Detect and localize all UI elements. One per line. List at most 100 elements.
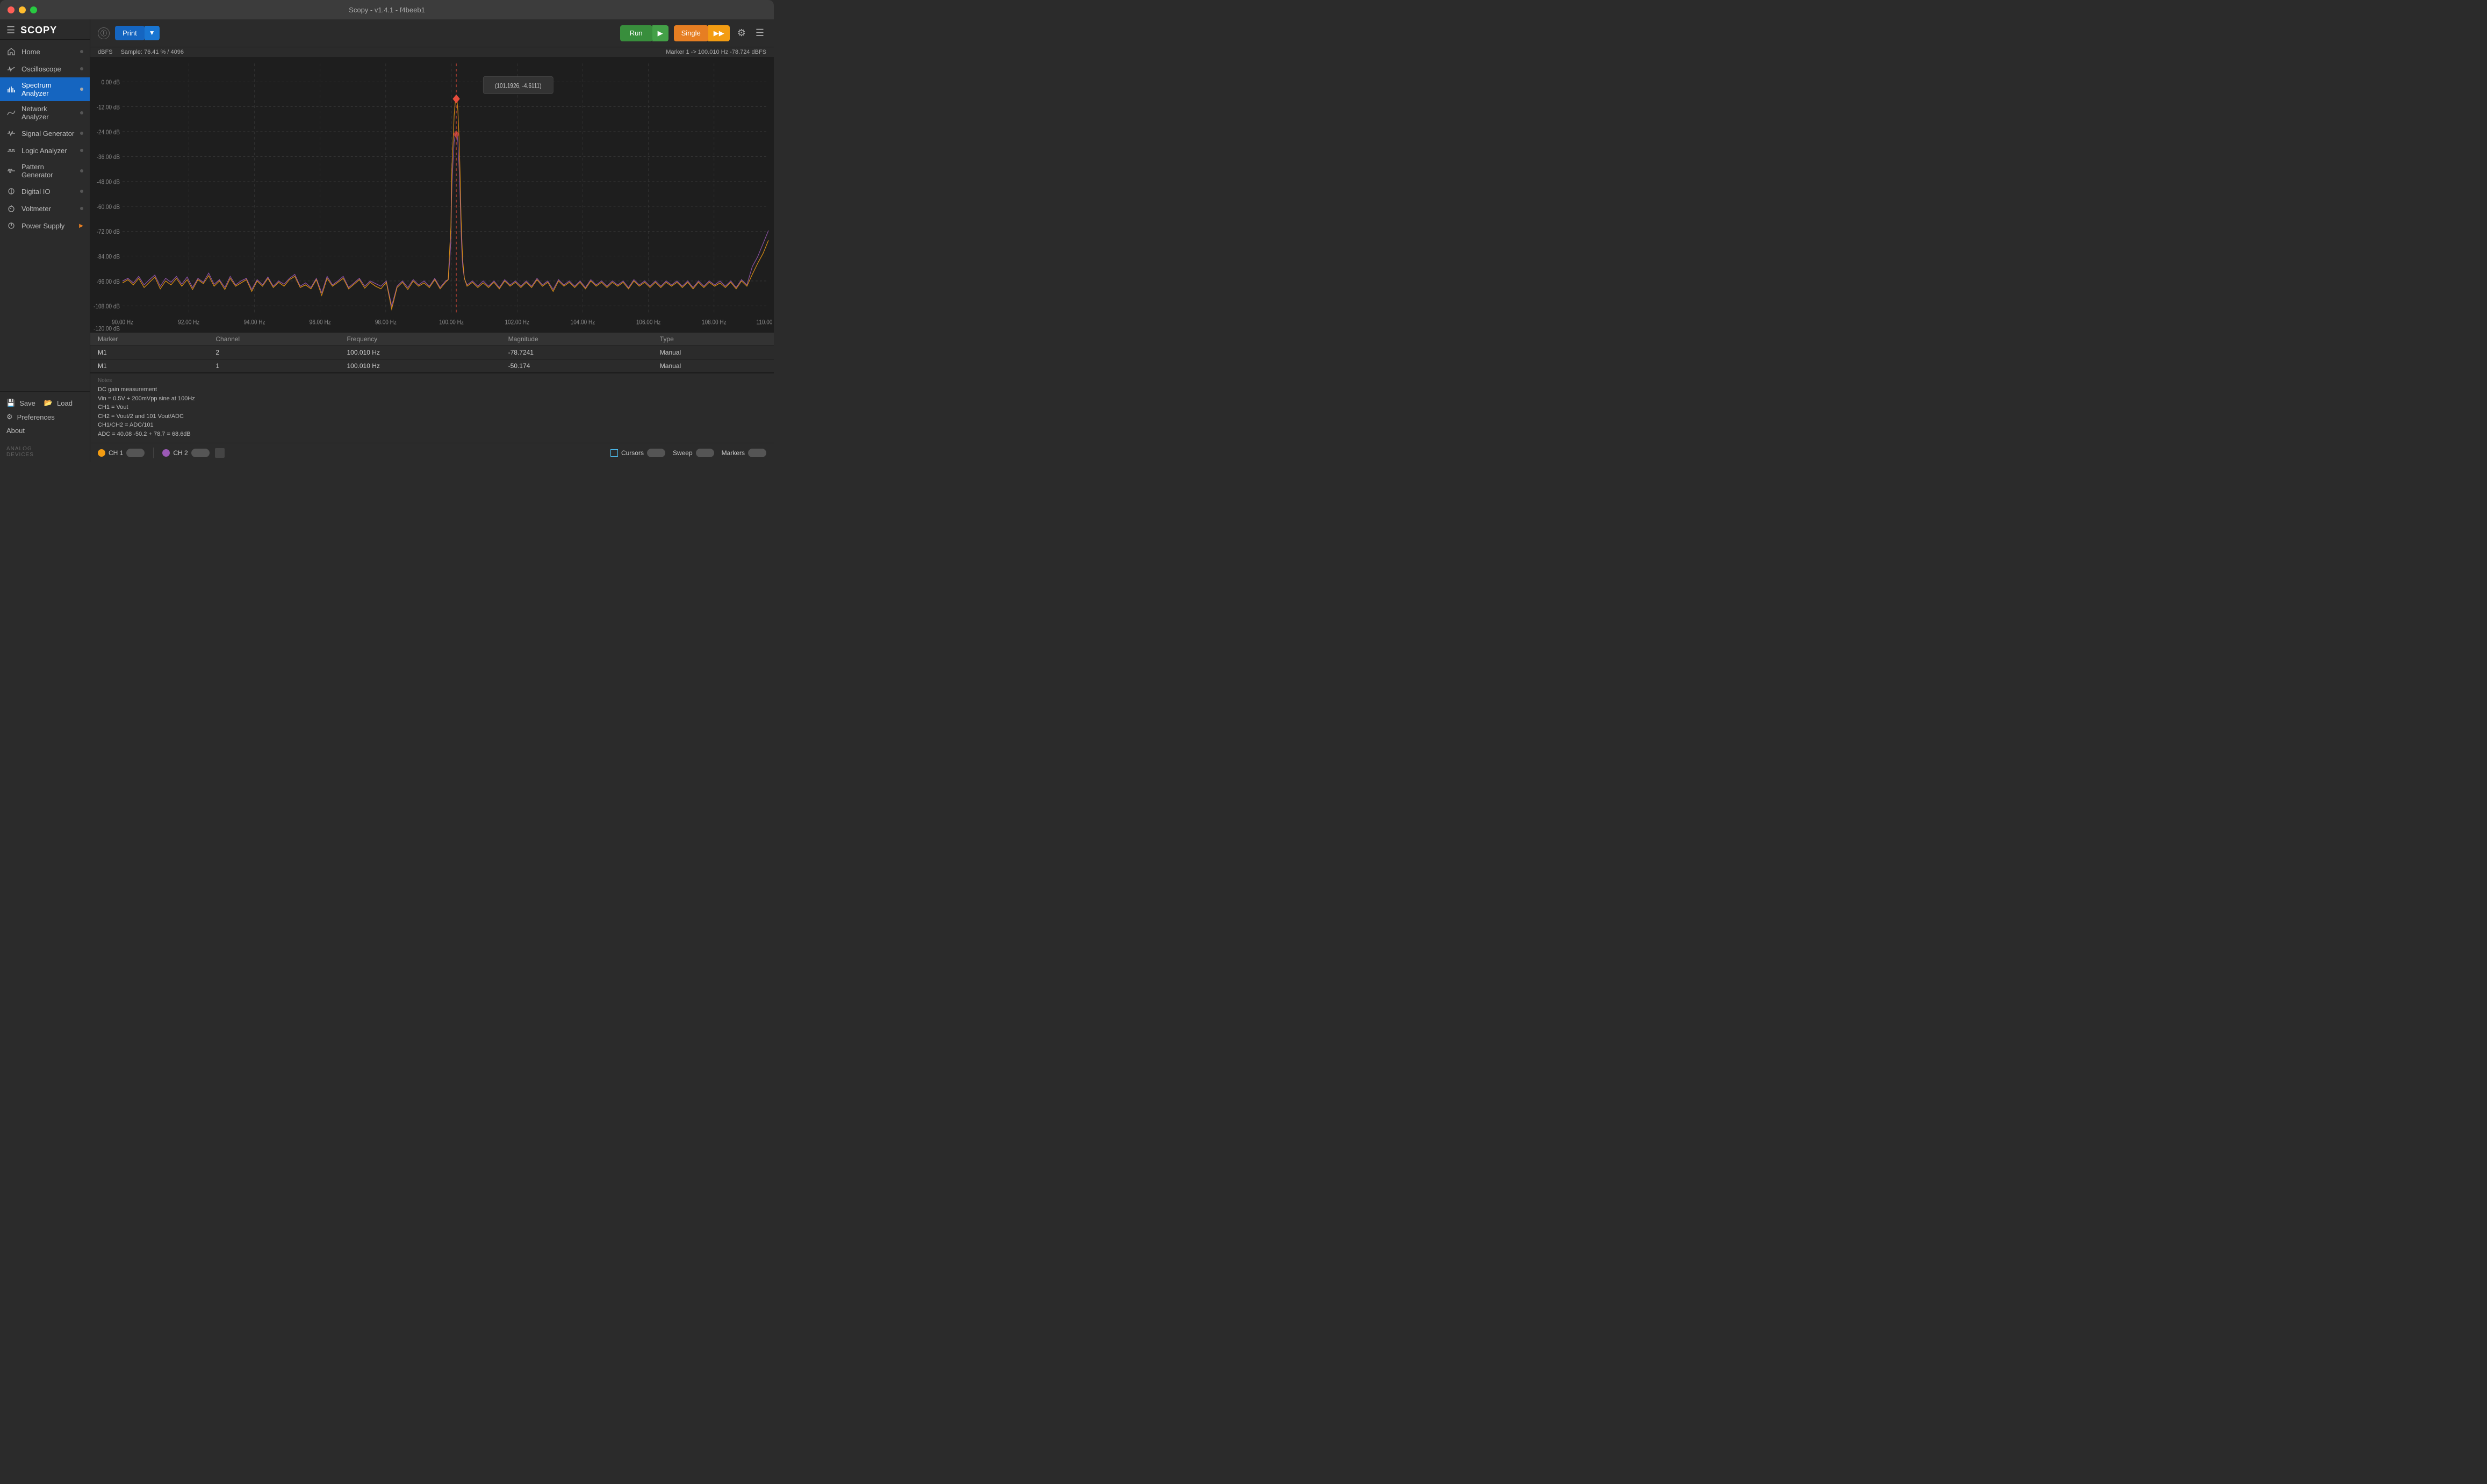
chart-container[interactable]: 0.00 dB -12.00 dB -24.00 dB -36.00 dB -4… [90, 57, 774, 332]
row1-type: Manual [652, 346, 774, 359]
sidebar-header: ☰ SCOPY [0, 19, 90, 40]
about-item[interactable]: About [6, 424, 83, 437]
ch2-item[interactable]: CH 2 [162, 448, 224, 458]
about-label: About [6, 427, 25, 435]
print-button[interactable]: Print [115, 26, 145, 40]
svg-text:102.00 Hz: 102.00 Hz [505, 319, 529, 326]
sidebar-item-label-oscilloscope: Oscilloscope [21, 65, 75, 73]
sidebar-items: Home Oscilloscope [0, 40, 90, 391]
svg-text:108.00 Hz: 108.00 Hz [702, 319, 727, 326]
sidebar-item-signal-generator[interactable]: Signal Generator [0, 125, 90, 142]
notes-label: Notes [98, 378, 766, 384]
sidebar-item-label-power: Power Supply [21, 222, 74, 230]
row1-marker: M1 [90, 346, 208, 359]
save-item[interactable]: 💾 Save 📂 Load [6, 396, 83, 410]
svg-text:-60.00 dB: -60.00 dB [97, 204, 120, 211]
row1-magnitude: -78.7241 [501, 346, 652, 359]
ch2-toggle[interactable] [191, 449, 210, 457]
sidebar-item-label-home: Home [21, 48, 75, 56]
menu-icon[interactable]: ☰ [753, 25, 766, 41]
siggen-icon [6, 128, 16, 138]
save-label: Save [19, 399, 35, 407]
cursors-toggle[interactable] [647, 449, 665, 457]
maximize-button[interactable] [30, 6, 37, 13]
ch1-toggle[interactable] [126, 449, 145, 457]
svg-text:(101.1926, -4.6111): (101.1926, -4.6111) [495, 82, 542, 89]
ch2-extra[interactable] [215, 448, 225, 458]
sidebar-item-logic-analyzer[interactable]: Logic Analyzer [0, 142, 90, 159]
ch2-color-dot [162, 449, 170, 457]
notes-text[interactable]: DC gain measurement Vin = 0.5V + 200mVpp… [98, 385, 766, 438]
row1-frequency: 100.010 Hz [339, 346, 500, 359]
table-row: M1 1 100.010 Hz -50.174 Manual [90, 359, 774, 373]
sweep-item[interactable]: Sweep [673, 449, 714, 457]
sidebar-item-spectrum-analyzer[interactable]: Spectrum Analyzer [0, 77, 90, 101]
preferences-item[interactable]: ⚙ Preferences [6, 410, 83, 424]
network-icon [6, 108, 16, 118]
sidebar-item-label-logic: Logic Analyzer [21, 147, 75, 155]
sidebar-item-label-spectrum: Spectrum Analyzer [21, 81, 75, 97]
cursors-label: Cursors [621, 449, 644, 457]
digital-dot [80, 190, 83, 193]
sidebar-item-power-supply[interactable]: Power Supply ▶ [0, 217, 90, 234]
run-button[interactable]: Run [620, 25, 652, 41]
sidebar-item-label-siggen: Signal Generator [21, 129, 75, 138]
single-button-group: Single ▶▶ [674, 25, 730, 41]
single-dropdown-button[interactable]: ▶▶ [708, 25, 730, 41]
info-button[interactable]: ⓘ [98, 27, 110, 39]
markers-label: Markers [722, 449, 745, 457]
power-icon [6, 221, 16, 230]
table-row: M1 2 100.010 Hz -78.7241 Manual [90, 346, 774, 359]
voltmeter-icon [6, 204, 16, 213]
print-button-group: Print ▼ [115, 26, 160, 40]
sidebar-item-oscilloscope[interactable]: Oscilloscope [0, 60, 90, 77]
pattern-icon [6, 166, 16, 176]
cursors-item[interactable]: Cursors [610, 449, 665, 457]
settings-icon[interactable]: ⚙ [735, 25, 748, 41]
ch1-item[interactable]: CH 1 [98, 449, 145, 457]
svg-text:110.00 Hz: 110.00 Hz [757, 319, 774, 326]
sidebar-item-network-analyzer[interactable]: Network Analyzer [0, 101, 90, 125]
sidebar-item-voltmeter[interactable]: Voltmeter [0, 200, 90, 217]
marker-info: Marker 1 -> 100.010 Hz -78.724 dBFS [666, 49, 766, 55]
main-layout: ☰ SCOPY Home Os [0, 19, 774, 462]
col-channel: Channel [208, 333, 339, 346]
hamburger-icon[interactable]: ☰ [6, 25, 15, 36]
markers-item[interactable]: Markers [722, 449, 766, 457]
preferences-label: Preferences [17, 413, 55, 421]
print-dropdown-button[interactable]: ▼ [145, 26, 160, 40]
svg-text:-36.00 dB: -36.00 dB [97, 154, 120, 161]
home-dot [80, 50, 83, 53]
svg-text:-12.00 dB: -12.00 dB [97, 104, 120, 111]
row2-type: Manual [652, 359, 774, 373]
ch1-label: CH 1 [109, 449, 123, 457]
sidebar-item-label-network: Network Analyzer [21, 105, 75, 121]
load-label: Load [57, 399, 73, 407]
cursors-checkbox[interactable] [610, 449, 618, 457]
svg-text:106.00 Hz: 106.00 Hz [636, 319, 661, 326]
svg-text:-72.00 dB: -72.00 dB [97, 228, 120, 235]
siggen-dot [80, 132, 83, 135]
save-icon: 💾 [6, 399, 15, 407]
minimize-button[interactable] [19, 6, 26, 13]
svg-text:-84.00 dB: -84.00 dB [97, 254, 120, 261]
sidebar-item-home[interactable]: Home [0, 43, 90, 60]
close-button[interactable] [8, 6, 15, 13]
markers-toggle[interactable] [748, 449, 766, 457]
sidebar-item-label-pattern: Pattern Generator [21, 163, 75, 179]
sidebar-bottom: 💾 Save 📂 Load ⚙ Preferences About [0, 391, 90, 442]
analog-devices-logo: ANALOGDEVICES [0, 442, 90, 462]
ch1-color-dot [98, 449, 105, 457]
single-button[interactable]: Single [674, 25, 708, 41]
svg-text:94.00 Hz: 94.00 Hz [243, 319, 265, 326]
toolbar-left: ⓘ Print ▼ [98, 26, 615, 40]
sidebar-item-pattern-generator[interactable]: Pattern Generator [0, 159, 90, 183]
notes-area: Notes DC gain measurement Vin = 0.5V + 2… [90, 373, 774, 443]
row2-frequency: 100.010 Hz [339, 359, 500, 373]
row2-channel: 1 [208, 359, 339, 373]
sweep-toggle[interactable] [696, 449, 714, 457]
load-icon: 📂 [44, 399, 53, 407]
run-dropdown-button[interactable]: ▶ [652, 25, 669, 41]
ch2-label: CH 2 [173, 449, 188, 457]
sidebar-item-digital-io[interactable]: Digital IO [0, 183, 90, 200]
